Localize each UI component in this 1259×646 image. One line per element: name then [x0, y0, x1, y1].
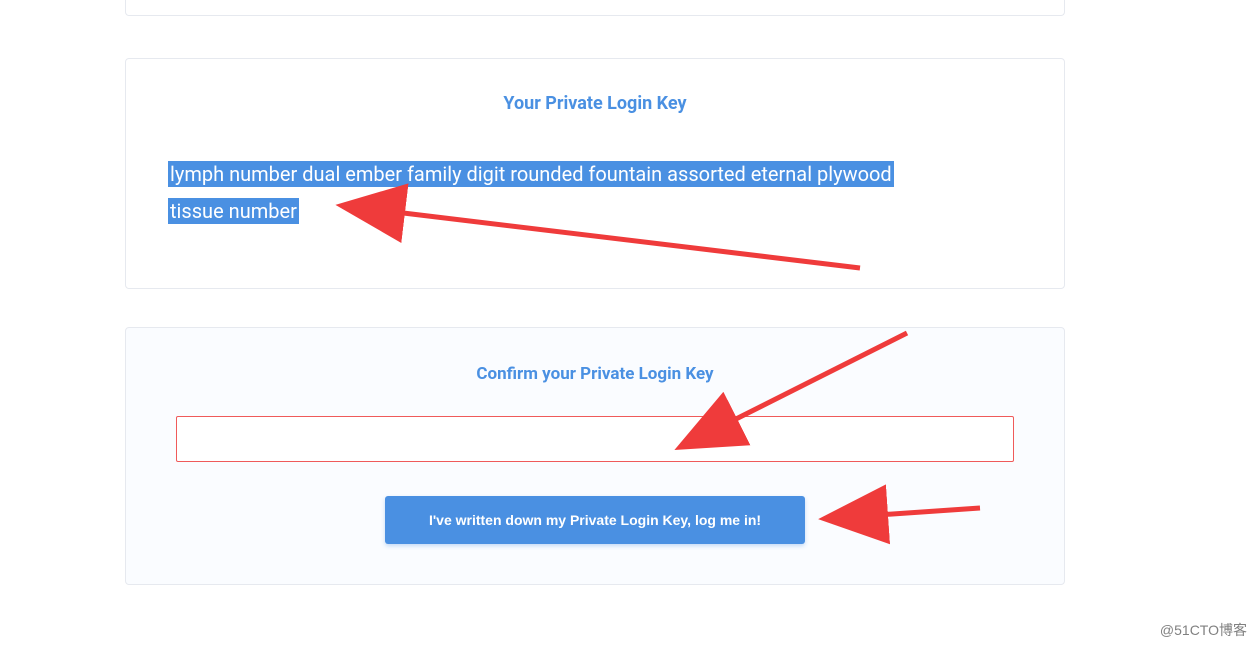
confirm-key-card: Confirm your Private Login Key I've writ… — [125, 327, 1065, 585]
confirm-key-input[interactable] — [176, 416, 1014, 462]
login-button[interactable]: I've written down my Private Login Key, … — [385, 496, 805, 544]
watermark: @51CTO博客 — [1160, 620, 1247, 640]
private-key-card: Your Private Login Key lymph number dual… — [125, 58, 1065, 289]
previous-card-bottom-edge — [125, 0, 1065, 16]
mnemonic-line-1: lymph number dual ember family digit rou… — [168, 161, 894, 187]
content-container: Your Private Login Key lymph number dual… — [125, 0, 1065, 585]
mnemonic-phrase[interactable]: lymph number dual ember family digit rou… — [168, 161, 894, 224]
mnemonic-line-2: tissue number — [168, 198, 299, 224]
confirm-key-title: Confirm your Private Login Key — [176, 364, 1014, 384]
private-key-title: Your Private Login Key — [168, 93, 1022, 114]
